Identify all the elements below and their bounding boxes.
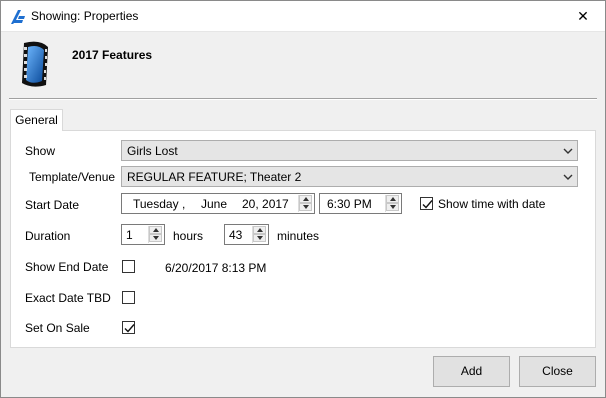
start-date-picker[interactable]: Tuesday , June 20, 2017 — [121, 193, 315, 214]
date-weekday: Tuesday — [133, 197, 179, 211]
film-strip-icon — [22, 41, 48, 87]
minutes-spinner[interactable] — [252, 226, 266, 243]
app-logo-icon — [11, 10, 25, 24]
arrow-up-icon — [390, 197, 396, 201]
duration-minutes-stepper[interactable]: 43 — [224, 224, 269, 245]
minutes-spin-down-button[interactable] — [253, 234, 266, 242]
date-spinner[interactable] — [298, 195, 312, 212]
minutes-unit-label: minutes — [277, 229, 320, 243]
minutes-spin-up-button[interactable] — [253, 226, 266, 234]
exact-date-tbd-checkbox[interactable] — [122, 291, 135, 304]
header-area: 2017 Features — [1, 32, 605, 98]
set-on-sale-checkbox[interactable] — [122, 321, 135, 334]
show-end-date-label: Show End Date — [25, 260, 109, 274]
arrow-down-icon — [257, 236, 263, 240]
hours-unit-label: hours — [173, 229, 204, 243]
properties-dialog: Showing: Properties ✕ 2017 Features Gene… — [0, 0, 606, 398]
arrow-up-icon — [257, 228, 263, 232]
header-divider-highlight — [9, 99, 597, 100]
time-spinner[interactable] — [385, 195, 399, 212]
hours-spin-down-button[interactable] — [149, 234, 162, 242]
date-comma: , — [182, 197, 186, 211]
window-title: Showing: Properties — [31, 9, 139, 23]
time-spin-up-button[interactable] — [386, 195, 399, 203]
show-dropdown[interactable]: Girls Lost — [121, 140, 578, 161]
show-time-with-date-checkbox[interactable] — [420, 197, 433, 210]
date-month: June — [201, 197, 228, 211]
checkmark-icon — [124, 324, 135, 333]
hours-spinner[interactable] — [148, 226, 162, 243]
chevron-down-icon — [563, 174, 573, 180]
date-spin-up-button[interactable] — [299, 195, 312, 203]
start-date-label: Start Date — [25, 198, 80, 212]
date-day-year: 20, 2017 — [242, 197, 289, 211]
arrow-down-icon — [303, 205, 309, 209]
exact-date-tbd-label: Exact Date TBD — [25, 291, 111, 305]
start-time-picker[interactable]: 6:30 PM — [319, 193, 402, 214]
duration-label: Duration — [25, 229, 71, 243]
close-button[interactable]: Close — [519, 356, 596, 387]
end-date-value: 6/20/2017 8:13 PM — [165, 261, 267, 275]
date-spin-down-button[interactable] — [299, 203, 312, 211]
window-close-icon[interactable]: ✕ — [561, 1, 605, 31]
start-time-value: 6:30 PM — [327, 197, 372, 211]
arrow-up-icon — [153, 228, 159, 232]
template-venue-label: Template/Venue — [29, 170, 116, 184]
header-title: 2017 Features — [72, 48, 153, 62]
show-time-with-date-label: Show time with date — [438, 197, 546, 211]
checkmark-icon — [422, 200, 433, 209]
hours-spin-up-button[interactable] — [149, 226, 162, 234]
show-dropdown-value: Girls Lost — [127, 144, 178, 158]
duration-hours-stepper[interactable]: 1 — [121, 224, 165, 245]
time-spin-down-button[interactable] — [386, 203, 399, 211]
show-label: Show — [25, 144, 56, 158]
set-on-sale-label: Set On Sale — [25, 321, 90, 335]
show-end-date-checkbox[interactable] — [122, 260, 135, 273]
add-button[interactable]: Add — [433, 356, 510, 387]
tab-general[interactable]: General — [10, 109, 63, 131]
title-bar[interactable]: Showing: Properties ✕ — [1, 1, 605, 32]
chevron-down-icon — [563, 148, 573, 154]
arrow-down-icon — [153, 236, 159, 240]
duration-minutes-value: 43 — [229, 228, 243, 242]
duration-hours-value: 1 — [126, 228, 133, 242]
arrow-up-icon — [303, 197, 309, 201]
template-venue-dropdown[interactable]: REGULAR FEATURE; Theater 2 — [121, 166, 578, 187]
arrow-down-icon — [390, 205, 396, 209]
template-venue-value: REGULAR FEATURE; Theater 2 — [127, 170, 302, 184]
